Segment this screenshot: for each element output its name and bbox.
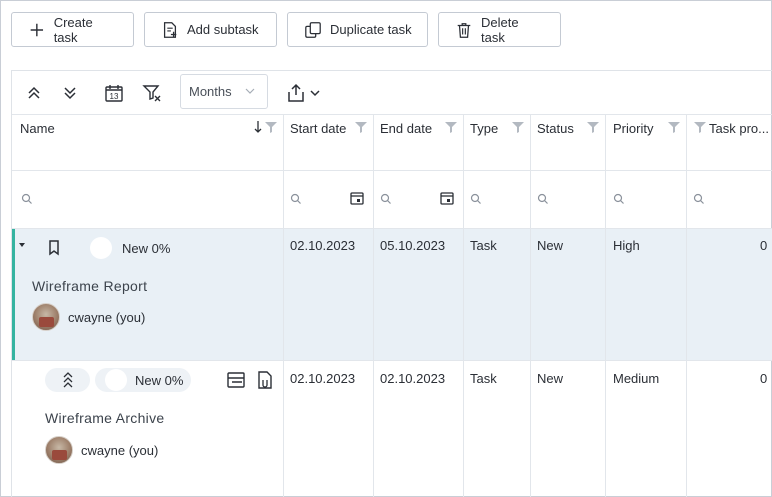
avatar (32, 303, 60, 331)
scale-select[interactable]: Months (180, 74, 268, 109)
filter-icon[interactable] (511, 120, 525, 134)
gantt-toolbar: 13 Months (11, 70, 772, 114)
calendar-icon: 13 (105, 85, 123, 102)
chevron-down-icon (245, 88, 255, 94)
task-grid: Name Start date End date Type Status Pri… (11, 114, 772, 497)
column-header-end-date[interactable]: End date (380, 121, 432, 136)
scale-value: Months (189, 84, 232, 99)
collapse-all-button[interactable] (23, 82, 45, 104)
trash-icon (457, 22, 471, 38)
filter-icon[interactable] (264, 120, 278, 134)
assignee[interactable]: cwayne (you) (32, 303, 145, 331)
export-button[interactable] (282, 82, 324, 104)
assignee-name: cwayne (you) (68, 309, 146, 325)
create-task-label: Create task (53, 14, 93, 45)
filter-icon[interactable] (586, 120, 600, 134)
column-divider (283, 114, 284, 497)
status-cell[interactable]: New (537, 371, 563, 386)
plus-icon (30, 23, 44, 36)
avatar (45, 436, 73, 464)
priority-cell[interactable]: High (613, 238, 640, 253)
type-cell[interactable]: Task (470, 238, 497, 253)
column-header-type[interactable]: Type (470, 121, 498, 136)
priority-cell[interactable]: Medium (613, 371, 659, 386)
priority-chevrons-icon (63, 372, 72, 388)
duplicate-icon (305, 21, 321, 38)
filter-icon[interactable] (667, 120, 681, 134)
search-icon[interactable] (21, 193, 33, 205)
create-task-button[interactable]: Create task (11, 12, 134, 47)
column-header-priority[interactable]: Priority (613, 121, 653, 136)
column-header-start-date[interactable]: Start date (290, 121, 346, 136)
progress-cell[interactable]: 0 (760, 371, 767, 386)
assignee[interactable]: cwayne (you) (45, 436, 158, 464)
assignee-name: cwayne (you) (81, 442, 159, 458)
calendar-icon[interactable] (350, 191, 364, 205)
search-icon[interactable] (537, 193, 549, 205)
filter-icon[interactable] (444, 120, 458, 134)
status-progress-pill[interactable]: New 0% (90, 236, 176, 260)
add-subtask-label: Add subtask (187, 22, 259, 37)
column-divider (605, 114, 606, 497)
type-cell[interactable]: Task (470, 371, 497, 386)
expand-all-button[interactable] (59, 82, 81, 104)
progress-circle (90, 237, 112, 259)
end-date-cell[interactable]: 02.10.2023 (380, 371, 445, 386)
clear-filter-button[interactable] (141, 82, 163, 104)
column-divider (373, 114, 374, 497)
search-icon[interactable] (290, 193, 302, 205)
grid-line (12, 170, 772, 171)
task-name[interactable]: Wireframe Report (32, 278, 147, 294)
start-date-cell[interactable]: 02.10.2023 (290, 371, 355, 386)
duplicate-task-label: Duplicate task (330, 22, 412, 37)
search-icon[interactable] (693, 193, 705, 205)
delete-task-label: Delete task (480, 14, 519, 45)
progress-cell[interactable]: 0 (760, 238, 767, 253)
status-progress-pill[interactable]: New 0% (95, 368, 191, 392)
delete-task-button[interactable]: Delete task (438, 12, 561, 47)
gantt-view-icon[interactable] (226, 370, 246, 390)
column-header-status[interactable]: Status (537, 121, 574, 136)
double-chevron-up-icon (28, 86, 40, 99)
add-subtask-icon (163, 21, 177, 38)
calendar-day-text: 13 (110, 92, 119, 101)
sort-down-icon[interactable] (253, 120, 263, 134)
column-header-progress[interactable]: Task pro... (709, 121, 769, 136)
grid-line (12, 228, 772, 229)
end-date-cell[interactable]: 05.10.2023 (380, 238, 445, 253)
filter-icon[interactable] (693, 120, 707, 134)
chevron-down-icon (310, 90, 320, 97)
search-icon[interactable] (470, 193, 482, 205)
filter-icon[interactable] (354, 120, 368, 134)
start-date-cell[interactable]: 02.10.2023 (290, 238, 355, 253)
task-name[interactable]: Wireframe Archive (45, 410, 164, 426)
progress-circle (105, 369, 127, 391)
attachment-icon[interactable] (255, 370, 275, 390)
action-bar: Create task Add subtask Duplicate task D… (11, 12, 561, 47)
grid-line (12, 360, 772, 361)
grid-line (12, 114, 772, 115)
column-divider (463, 114, 464, 497)
status-cell[interactable]: New (537, 238, 563, 253)
status-pill-text: New 0% (135, 372, 184, 388)
priority-pill[interactable] (45, 368, 90, 392)
column-divider (530, 114, 531, 497)
add-subtask-button[interactable]: Add subtask (144, 12, 277, 47)
column-divider (686, 114, 687, 497)
duplicate-task-button[interactable]: Duplicate task (287, 12, 428, 47)
search-icon[interactable] (613, 193, 625, 205)
collapse-caret-icon[interactable] (18, 241, 26, 249)
status-pill-text: New 0% (122, 240, 171, 256)
selected-row-accent (12, 228, 15, 360)
filter-clear-icon (142, 85, 161, 102)
export-icon (288, 83, 304, 102)
double-chevron-down-icon (64, 87, 76, 100)
calendar-icon[interactable] (440, 191, 454, 205)
bookmark-icon[interactable] (46, 239, 62, 257)
search-icon[interactable] (380, 193, 392, 205)
column-header-name[interactable]: Name (20, 121, 55, 136)
today-button[interactable]: 13 (103, 82, 125, 104)
